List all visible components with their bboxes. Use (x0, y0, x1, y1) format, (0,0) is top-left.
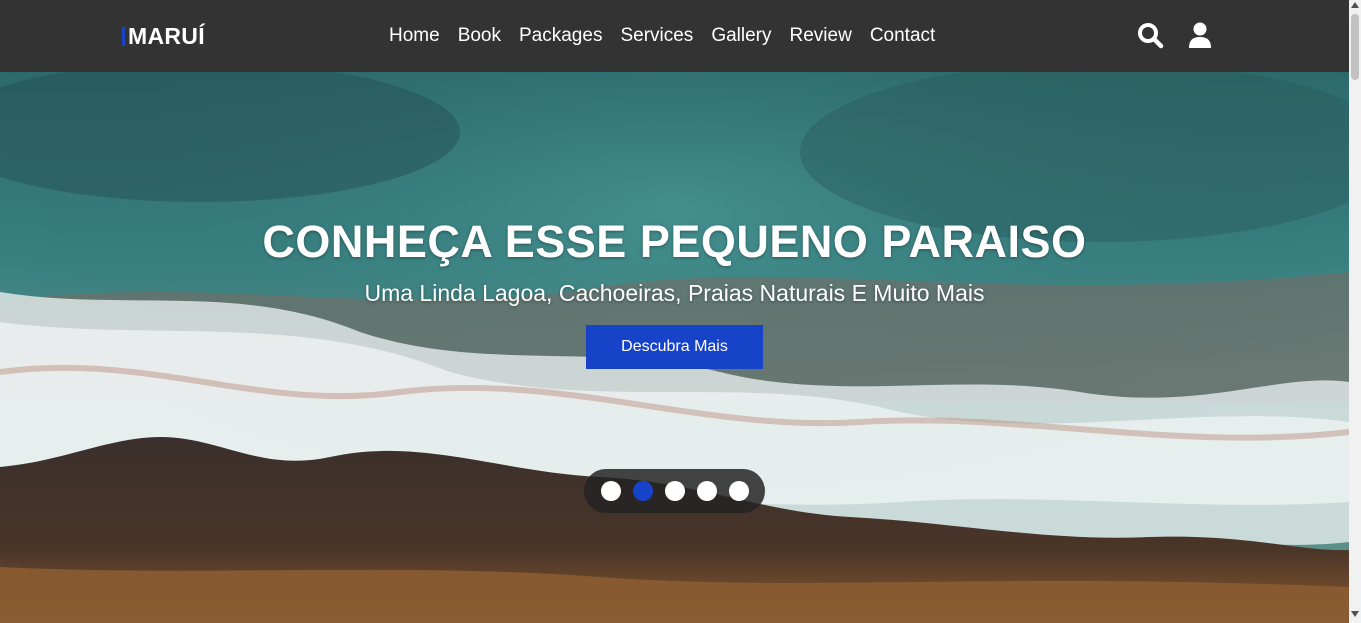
nav-contact[interactable]: Contact (861, 22, 944, 50)
user-icon[interactable] (1186, 22, 1213, 49)
nav-review[interactable]: Review (781, 22, 861, 50)
hero-section: CONHEÇA ESSE PEQUENO PARAISO Uma Linda L… (0, 72, 1349, 623)
nav-services[interactable]: Services (611, 22, 702, 50)
main-nav: Home Book Packages Services Gallery Revi… (380, 22, 944, 50)
logo-text: MARUÍ (128, 22, 205, 49)
logo-accent-bar (122, 26, 125, 46)
page-scrollbar[interactable] (1349, 0, 1361, 623)
slider-dot-1[interactable] (600, 481, 621, 501)
logo[interactable]: MARUÍ (122, 21, 205, 51)
search-icon[interactable] (1137, 22, 1164, 49)
hero-subtitle: Uma Linda Lagoa, Cachoeiras, Praias Natu… (364, 280, 985, 306)
site-header: MARUÍ Home Book Packages Services Galler… (0, 0, 1349, 72)
slider-dot-3[interactable] (664, 481, 685, 501)
slider-dot-5[interactable] (728, 481, 749, 501)
nav-packages[interactable]: Packages (510, 22, 611, 50)
nav-book[interactable]: Book (449, 22, 510, 50)
discover-more-button[interactable]: Descubra Mais (586, 325, 763, 369)
scroll-down-arrow-icon[interactable] (1351, 611, 1359, 621)
nav-gallery[interactable]: Gallery (702, 22, 780, 50)
slider-dots (584, 469, 765, 513)
scroll-up-arrow-icon[interactable] (1351, 2, 1359, 12)
slider-dot-4[interactable] (696, 481, 717, 501)
hero-title: CONHEÇA ESSE PEQUENO PARAISO (262, 216, 1087, 267)
scrollbar-thumb[interactable] (1351, 14, 1359, 80)
nav-home[interactable]: Home (380, 22, 449, 50)
slider-dot-2[interactable] (632, 481, 653, 501)
header-icons (1137, 22, 1213, 49)
